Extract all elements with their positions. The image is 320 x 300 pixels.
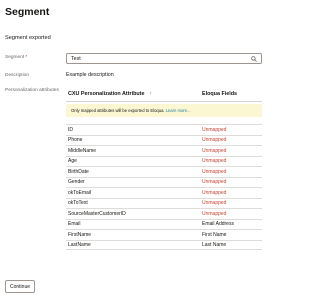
notice-text: Only mapped attributes will be exported … [71,108,165,113]
table-row: MiddleName Unmapped [66,145,262,156]
table-row: SourceMasterCustomerID Unmapped [66,208,262,219]
learn-more-link[interactable]: Learn more... [166,108,191,113]
eloqua-field: Email Address [202,221,234,228]
mapping-notice: Only mapped attributes will be exported … [66,104,262,117]
sort-arrow-icon[interactable]: ↑ [149,91,152,97]
table-row: LastName Last Name [66,239,262,250]
segment-value: Test [71,55,81,62]
table-row: BirthDate Unmapped [66,166,262,177]
attribute-name: Email [68,221,81,228]
attribute-rows: ID Unmapped Phone Unmapped MiddleName Unmappe… [66,124,262,250]
description-value: Example description [66,72,114,78]
eloqua-field: Unmapped [202,137,227,144]
attribute-name: Phone [68,137,83,144]
eloqua-field: Unmapped [202,147,227,154]
required-marker: * [25,55,28,60]
eloqua-field: Unmapped [202,200,227,207]
eloqua-field: Unmapped [202,168,227,175]
attribute-name: ID [68,126,73,133]
table-row: okToText Unmapped [66,197,262,209]
segment-page: Segment Segment exported Segment* Test D… [0,0,272,300]
attributes-label: Personalization attributes [5,88,59,93]
eloqua-field: Unmapped [202,189,227,196]
attribute-name: Age [68,158,77,165]
attributes-table: CXU Personalization Attribute ↑ Eloqua Fi… [66,88,262,102]
table-row: FirstName First Name [66,229,262,240]
eloqua-field: Unmapped [202,158,227,165]
table-row: Age Unmapped [66,155,262,167]
attribute-name: BirthDate [68,168,89,175]
description-label: Description [5,73,29,78]
status-message: Segment exported [5,35,51,41]
table-row: Phone Unmapped [66,134,262,146]
table-row: Gender Unmapped [66,176,262,188]
attribute-name: SourceMasterCustomerID [68,210,126,217]
attribute-name: okToEmail [68,189,92,196]
eloqua-field: Last Name [202,241,227,248]
eloqua-field: Unmapped [202,210,227,217]
page-title: Segment [5,6,50,18]
attribute-name: okToText [68,200,88,207]
eloqua-field: Unmapped [202,179,227,186]
attribute-name: Gender [68,179,85,186]
column-header-attribute[interactable]: CXU Personalization Attribute ↑ [66,88,200,102]
column-header-eloqua-fields: Eloqua Fields [200,88,262,102]
table-row: okToEmail Unmapped [66,187,262,198]
attribute-name: FirstName [68,231,92,238]
segment-label: Segment* [5,55,28,60]
continue-button[interactable]: Continue [5,280,35,293]
eloqua-field: Unmapped [202,126,227,133]
eloqua-field: First Name [202,231,227,238]
search-icon [251,56,257,62]
attribute-name: LastName [68,241,91,248]
segment-select[interactable]: Test [66,53,262,64]
table-row: ID Unmapped [66,124,262,135]
attribute-name: MiddleName [68,147,97,154]
table-row: Email Email Address [66,218,262,230]
